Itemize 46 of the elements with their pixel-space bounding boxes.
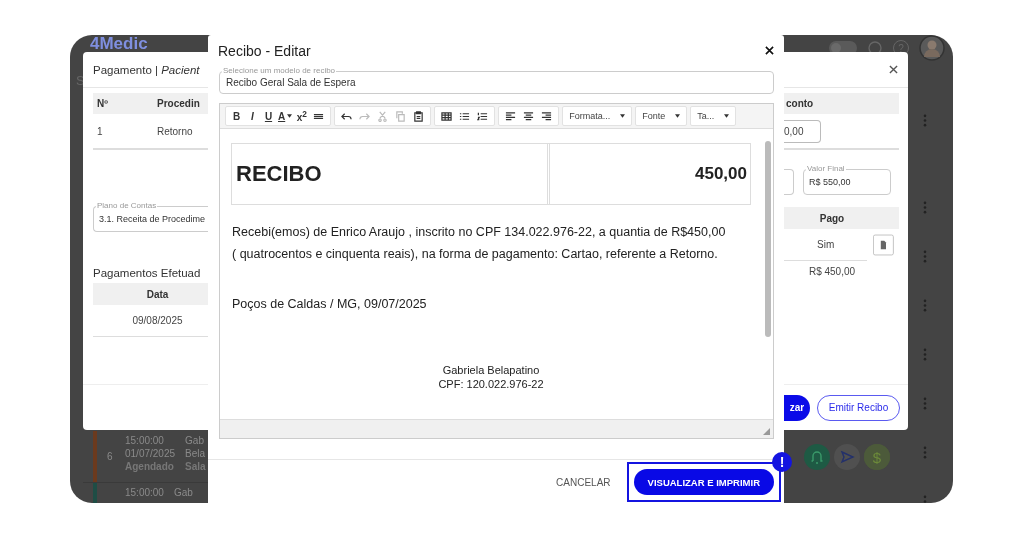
row-number: 6 bbox=[107, 451, 114, 462]
resize-handle-icon[interactable] bbox=[763, 428, 770, 435]
close-icon[interactable] bbox=[765, 46, 774, 55]
column-header: conto bbox=[785, 98, 814, 109]
paid-total: R$ 450,00 bbox=[807, 266, 857, 277]
column-header: Procedin bbox=[157, 98, 200, 109]
issue-receipt-button[interactable]: Emitir Recibo bbox=[817, 394, 900, 421]
place-date: Poços de Caldas / MG, 09/07/2025 bbox=[232, 297, 428, 311]
appointment-time: 15:00:00 bbox=[125, 486, 164, 499]
caret-icon[interactable] bbox=[620, 114, 626, 118]
print-button[interactable]: VISUALIZAR E IMPRIMIR bbox=[633, 469, 774, 495]
table-cell-text: 09/08/2025 bbox=[131, 315, 184, 326]
underline-button[interactable]: U bbox=[261, 108, 276, 124]
receipt-heading: RECIBO bbox=[232, 144, 550, 204]
appointment-time: 15:00:00 bbox=[125, 434, 165, 447]
dialog-title: Pagamento | Pacient bbox=[93, 63, 200, 76]
dialog-title: Recibo - Editar bbox=[218, 42, 311, 59]
close-icon[interactable] bbox=[889, 65, 898, 74]
professional-name: Bela bbox=[185, 447, 206, 460]
column-header: Pago bbox=[818, 212, 846, 224]
caret-icon[interactable] bbox=[287, 114, 293, 118]
caret-icon[interactable] bbox=[675, 114, 681, 118]
italic-button[interactable]: I bbox=[245, 108, 260, 124]
appointment-date: 01/07/2025 bbox=[125, 447, 176, 460]
avatar-icon[interactable] bbox=[919, 35, 945, 61]
app-logo: 4Medic bbox=[90, 36, 148, 52]
scrollbar[interactable] bbox=[765, 141, 771, 337]
column-header: Data bbox=[145, 288, 170, 300]
text-color-button[interactable]: A bbox=[277, 108, 294, 124]
superscript-button[interactable]: x$^{2}$ bbox=[294, 108, 310, 124]
professional-name: Gab bbox=[173, 486, 193, 499]
receipt-paragraph: Recebi(emos) de Enrico Araujo , inscrito no CPF 134.022.976-22, a quantia de R$450,00 ( quatrocentos e cinquenta reais), na forma de pagamento: Cartao, referente a Retorno. bbox=[232, 224, 727, 263]
receipt-button[interactable] bbox=[873, 232, 894, 257]
table-cell: Retorno bbox=[157, 125, 193, 137]
receipt-amount: 450,00 bbox=[694, 163, 748, 185]
signature-line: CPF: 120.022.976-22 bbox=[438, 377, 544, 391]
table-cell-text: 1 bbox=[96, 125, 104, 137]
column-header: Nº bbox=[96, 98, 109, 109]
save-button[interactable]: zar bbox=[784, 394, 810, 421]
bold-button[interactable]: B bbox=[229, 108, 244, 124]
alert-badge: ! bbox=[772, 452, 792, 472]
section-title: Pagamentos Efetuad bbox=[93, 267, 202, 279]
caret-icon[interactable] bbox=[724, 114, 730, 118]
professional-name: Gab bbox=[185, 434, 205, 447]
signature-line: Gabriela Belapatino bbox=[442, 363, 540, 377]
cancel-button[interactable]: CANCELAR bbox=[550, 475, 617, 489]
